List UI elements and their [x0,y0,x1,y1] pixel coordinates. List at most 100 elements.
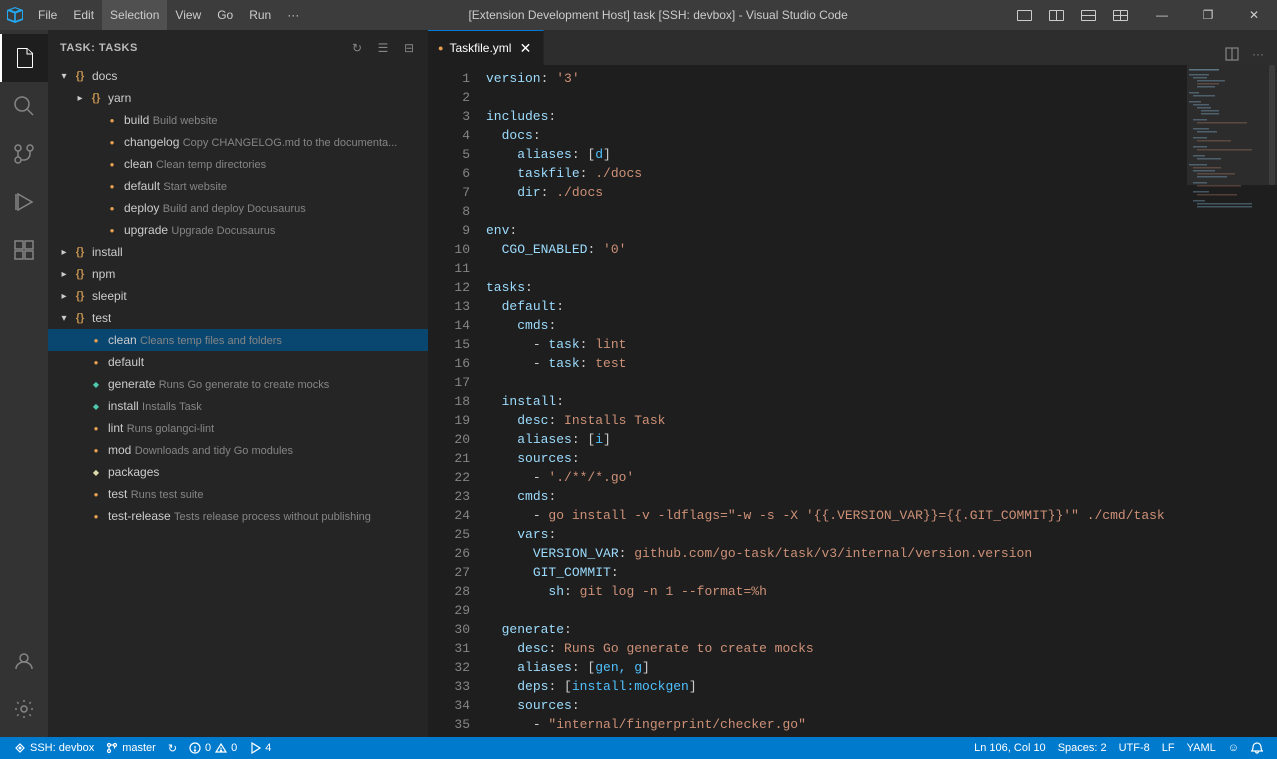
tree-item-docs[interactable]: ▾ {} docs [48,65,428,87]
tree-item-changelog[interactable]: ▸ ● changelog Copy CHANGELOG.md to the d… [48,131,428,153]
code-content[interactable]: version: '3' includes: docs: aliases: [d… [478,65,1187,737]
code-line-28: sh: git log -n 1 --format=%h [486,582,1187,601]
tab-taskfile[interactable]: ● Taskfile.yml ✕ [428,30,544,65]
status-branch-label: master [122,742,156,754]
code-line-25: vars: [486,525,1187,544]
tree-item-test-release[interactable]: ▸ ● test-release Tests release process w… [48,505,428,527]
code-line-12: tasks: [486,278,1187,297]
line-numbers: 12345 678910 1112131415 1617181920 21222… [428,65,478,737]
tree-item-npm-group[interactable]: ▸ {} npm [48,263,428,285]
status-language[interactable]: YAML [1181,737,1222,759]
code-line-14: cmds: [486,316,1187,335]
status-feedback[interactable]: ☺ [1222,737,1245,759]
code-line-22: - './**/*.go' [486,468,1187,487]
menu-selection[interactable]: Selection [102,0,167,30]
main-layout: TASK: TASKS ↻ ☰ ⊟ ▾ {} docs ▸ {} yarn [0,30,1277,737]
activity-search[interactable] [0,82,48,130]
tree-icon-sleepit-group: {} [72,288,88,304]
menu-edit[interactable]: Edit [65,0,102,30]
menu-more[interactable]: ··· [279,0,307,30]
status-ln-col: Ln 106, Col 10 [974,742,1046,754]
tree-arrow-test-group: ▾ [56,310,72,326]
menu-go[interactable]: Go [209,0,241,30]
tree-label-docs: docs [92,69,117,83]
code-line-35: - "internal/fingerprint/checker.go" [486,715,1187,734]
status-sync-icon: ↻ [168,742,177,755]
window-title: [Extension Development Host] task [SSH: … [307,8,1009,22]
list-button[interactable]: ☰ [372,37,394,59]
refresh-button[interactable]: ↻ [346,37,368,59]
tree-item-test-packages[interactable]: ▸ ◆ packages [48,461,428,483]
tree-item-test-install[interactable]: ▸ ◆ install Installs Task [48,395,428,417]
tree-item-docs-default[interactable]: ▸ ● default Start website [48,175,428,197]
menu-view[interactable]: View [167,0,209,30]
tree-icon-docs-default: ● [104,178,120,194]
tree-item-test-lint[interactable]: ▸ ● lint Runs golangci-lint [48,417,428,439]
split-editor-button[interactable] [1221,43,1243,65]
minimize-button[interactable]: — [1139,0,1185,30]
tree-item-yarn[interactable]: ▸ {} yarn [48,87,428,109]
layout-btn-3[interactable] [1073,0,1103,30]
code-line-15: - task: lint [486,335,1187,354]
tree-item-deploy[interactable]: ▸ ● deploy Build and deploy Docusaurus [48,197,428,219]
status-eol-label: LF [1162,742,1175,754]
tree-label-deploy: deploy Build and deploy Docusaurus [124,201,306,215]
sidebar-header: TASK: TASKS ↻ ☰ ⊟ [48,30,428,65]
tab-label: Taskfile.yml [449,41,511,55]
tree-arrow-docs: ▾ [56,68,72,84]
tree-item-install-group[interactable]: ▸ {} install [48,241,428,263]
tree-item-test-generate[interactable]: ▸ ◆ generate Runs Go generate to create … [48,373,428,395]
status-eol[interactable]: LF [1156,737,1181,759]
activity-extensions[interactable] [0,226,48,274]
activity-explorer[interactable] [0,34,48,82]
tree-label-test-group: test [92,311,111,325]
code-line-4: docs: [486,126,1187,145]
tree-label-test-install: install Installs Task [108,399,202,413]
app-icon [0,0,30,30]
layout-btn-2[interactable] [1041,0,1071,30]
code-line-11 [486,259,1187,278]
status-encoding[interactable]: UTF-8 [1113,737,1156,759]
tree-label-docs-default: default Start website [124,179,227,193]
status-spaces[interactable]: Spaces: 2 [1052,737,1113,759]
menu-file[interactable]: File [30,0,65,30]
status-errors[interactable]: 0 0 [183,737,243,759]
restore-button[interactable]: ❐ [1185,0,1231,30]
tree-label-build: build Build website [124,113,218,127]
code-line-17 [486,373,1187,392]
status-position[interactable]: Ln 106, Col 10 [968,737,1052,759]
code-line-10: CGO_ENABLED: '0' [486,240,1187,259]
status-branch[interactable]: master [100,737,162,759]
tree-item-test-test[interactable]: ▸ ● test Runs test suite [48,483,428,505]
activity-scm[interactable] [0,130,48,178]
code-line-33: deps: [install:mockgen] [486,677,1187,696]
tree-item-docs-clean[interactable]: ▸ ● clean Clean temp directories [48,153,428,175]
more-actions-button[interactable]: ··· [1247,43,1269,65]
tree-item-build[interactable]: ▸ ● build Build website [48,109,428,131]
code-line-18: install: [486,392,1187,411]
activity-run[interactable] [0,178,48,226]
code-line-30: generate: [486,620,1187,639]
code-line-9: env: [486,221,1187,240]
code-line-26: VERSION_VAR: github.com/go-task/task/v3/… [486,544,1187,563]
tree-item-test-default[interactable]: ▸ ● default [48,351,428,373]
status-sync[interactable]: ↻ [162,737,183,759]
tree-item-sleepit-group[interactable]: ▸ {} sleepit [48,285,428,307]
menu-run[interactable]: Run [241,0,279,30]
status-remote[interactable]: SSH: devbox [8,737,100,759]
status-tasks-count[interactable]: 4 [243,737,277,759]
status-notifications[interactable] [1245,737,1269,759]
tree-item-test-clean[interactable]: ▸ ● clean Cleans temp files and folders [48,329,428,351]
split-button[interactable]: ⊟ [398,37,420,59]
activity-account[interactable] [0,637,48,685]
tree-item-test-group[interactable]: ▾ {} test [48,307,428,329]
code-editor: 12345 678910 1112131415 1617181920 21222… [428,65,1277,737]
tab-close-button[interactable]: ✕ [517,40,533,56]
tree-item-test-mod[interactable]: ▸ ● mod Downloads and tidy Go modules [48,439,428,461]
close-button[interactable]: ✕ [1231,0,1277,30]
layout-btn-4[interactable] [1105,0,1135,30]
layout-btn-1[interactable] [1009,0,1039,30]
activity-settings[interactable] [0,685,48,733]
tree-item-upgrade[interactable]: ▸ ● upgrade Upgrade Docusaurus [48,219,428,241]
code-line-1: version: '3' [486,69,1187,88]
